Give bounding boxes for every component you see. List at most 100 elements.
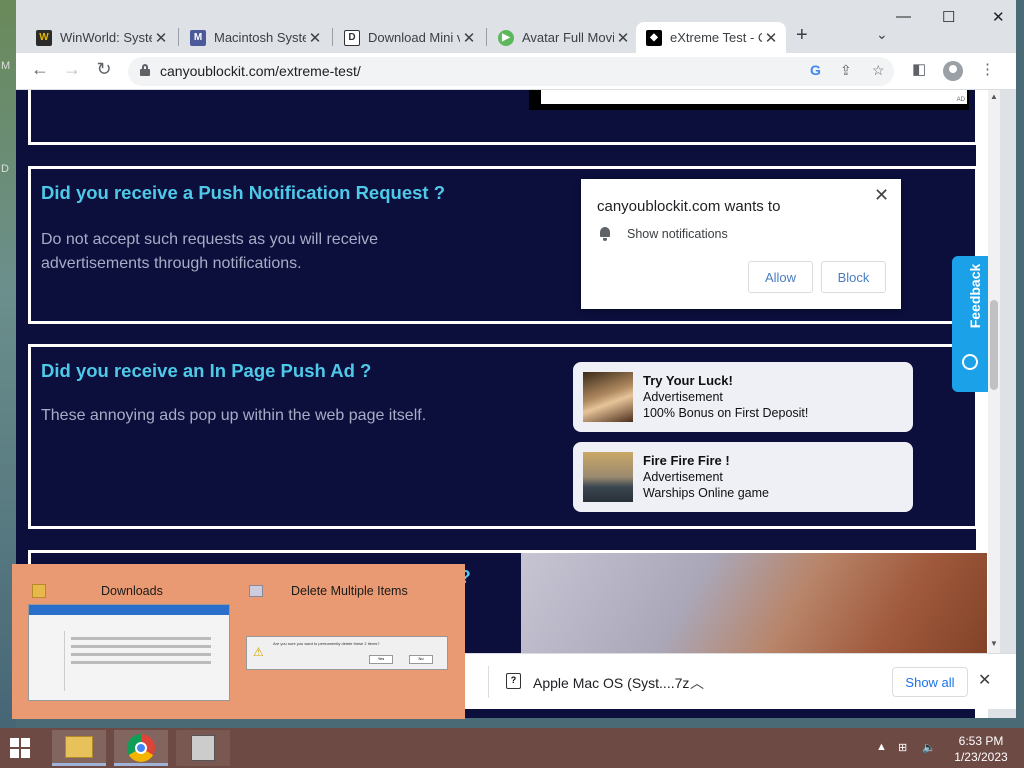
tab-separator	[486, 28, 487, 46]
banner-ad-content[interactable]: AD	[541, 90, 967, 104]
show-all-button[interactable]: Show all	[892, 667, 968, 697]
lock-icon[interactable]	[140, 64, 150, 76]
dialog-close-icon[interactable]: ✕	[874, 185, 889, 206]
window-close-button[interactable]: ✕	[992, 8, 1005, 26]
archive-file-icon[interactable]: ?	[506, 673, 521, 689]
thumbnail-row	[71, 661, 211, 664]
notification-permission-dialog: canyoublockit.com wants to ✕ Show notifi…	[581, 179, 901, 309]
forward-arrow-icon[interactable]: →	[60, 59, 84, 80]
windows-start-icon[interactable]	[10, 738, 30, 758]
warning-icon: ⚠	[253, 645, 264, 659]
tab-search-chevron-icon[interactable]: ⌄	[876, 26, 888, 43]
system-clock[interactable]: 6:53 PM 1/23/2023	[948, 733, 1014, 765]
ad-thumbnail[interactable]	[583, 452, 633, 502]
section-heading: Did you receive an In Page Push Ad ?	[41, 360, 372, 381]
menu-kebab-icon[interactable]: ⋮	[980, 60, 995, 78]
volume-icon[interactable]: 🔈	[922, 741, 936, 754]
section-heading: Did you receive a Push Notification Requ…	[41, 182, 446, 203]
windows-taskbar: ▲ ⊞ 🔈 6:53 PM 1/23/2023	[0, 728, 1024, 768]
ad-mark-icon: AD	[956, 97, 965, 103]
address-bar[interactable]: canyoublockit.com/extreme-test/ G ⇪ ☆	[128, 57, 894, 86]
chrome-taskbar-button[interactable]	[114, 730, 168, 766]
tab-title: Macintosh System	[214, 30, 306, 45]
tab-avatar[interactable]: ▶ Avatar Full Movie ✕	[488, 22, 638, 53]
tab-title: WinWorld: System	[60, 30, 152, 45]
clock-time: 6:53 PM	[958, 734, 1004, 748]
thumbnail-sidebar	[33, 631, 65, 691]
tab-close-icon[interactable]: ✕	[614, 29, 632, 47]
in-page-push-section: Did you receive an In Page Push Ad ? The…	[28, 344, 978, 529]
shield-favicon-icon: ◆	[646, 29, 662, 46]
dialog-message: Are you sure you want to permanently del…	[273, 641, 380, 646]
tray-chevron-icon[interactable]: ▲	[876, 741, 887, 753]
push-notification-section: Did you receive a Push Notification Requ…	[28, 166, 978, 324]
dialog-yes-button: Yes	[369, 655, 393, 664]
tab-title: Download Mini v	[368, 30, 460, 45]
download-shelf-close-icon[interactable]: ✕	[978, 670, 991, 690]
dialog-title: canyoublockit.com wants to	[597, 198, 781, 215]
download-chevron-up-icon[interactable]: ︿	[690, 673, 704, 693]
taskbar-preview-popup: Downloads Delete Multiple Items ⚠ Are yo…	[12, 564, 465, 719]
preview-title[interactable]: Downloads	[101, 584, 163, 598]
tab-close-icon[interactable]: ✕	[460, 29, 478, 47]
scroll-up-icon[interactable]: ▲	[988, 92, 1000, 101]
tab-separator	[332, 28, 333, 46]
ad-label: Advertisement	[643, 390, 723, 404]
url-text[interactable]: canyoublockit.com/extreme-test/	[160, 63, 361, 79]
ad-text: 100% Bonus on First Deposit!	[643, 406, 809, 420]
delete-dialog-thumbnail[interactable]: ⚠ Are you sure you want to permanently d…	[246, 636, 448, 670]
tab-title: Avatar Full Movie	[522, 30, 614, 45]
tab-separator	[178, 28, 179, 46]
play-favicon-icon: ▶	[498, 29, 514, 46]
side-panel-icon[interactable]: ◧	[912, 60, 926, 78]
ad-thumbnail[interactable]	[583, 372, 633, 422]
ad-title: Fire Fire Fire !	[643, 453, 730, 468]
google-lens-icon[interactable]: G	[810, 62, 821, 78]
folder-icon	[65, 736, 93, 758]
download-item-name[interactable]: Apple Mac OS (Syst....7z	[533, 675, 689, 691]
maximize-button[interactable]: ☐	[942, 8, 955, 26]
download-favicon-icon: D	[344, 29, 360, 46]
new-tab-button[interactable]: +	[796, 24, 808, 47]
minimize-button[interactable]: —	[896, 8, 911, 25]
ad-text: Warships Online game	[643, 486, 769, 500]
back-arrow-icon[interactable]: ←	[28, 59, 52, 80]
share-icon[interactable]: ⇪	[840, 62, 852, 79]
desktop-icon-label[interactable]: D	[1, 163, 9, 175]
tab-close-icon[interactable]: ✕	[152, 29, 170, 47]
file-explorer-taskbar-button[interactable]	[52, 730, 106, 766]
thumbnail-row	[71, 653, 211, 656]
feedback-label: Feedback	[967, 263, 983, 329]
tab-winworld[interactable]: W WinWorld: System ✕	[26, 22, 176, 53]
in-page-ad-card[interactable]: Try Your Luck! Advertisement 100% Bonus …	[573, 362, 913, 432]
banner-ad[interactable]: AD	[529, 90, 969, 110]
macintosh-favicon-icon: M	[190, 29, 206, 46]
virtual-machine-taskbar-button[interactable]	[176, 730, 230, 766]
tab-close-icon[interactable]: ✕	[306, 29, 324, 47]
tab-title: eXtreme Test - C	[670, 30, 762, 45]
allow-button[interactable]: Allow	[748, 261, 813, 293]
scroll-down-icon[interactable]: ▼	[988, 639, 1000, 648]
reload-icon[interactable]: ↻	[92, 59, 116, 80]
network-icon[interactable]: ⊞	[898, 741, 907, 754]
preview-title[interactable]: Delete Multiple Items	[291, 584, 408, 598]
downloads-window-thumbnail[interactable]	[28, 604, 230, 701]
block-button[interactable]: Block	[821, 261, 886, 293]
bell-icon	[599, 227, 611, 241]
ad-label: Advertisement	[643, 470, 723, 484]
thumbnail-row	[71, 645, 211, 648]
profile-avatar-icon[interactable]	[943, 61, 963, 81]
tab-close-icon[interactable]: ✕	[762, 29, 780, 47]
tab-extreme-test[interactable]: ◆ eXtreme Test - C ✕	[636, 22, 786, 53]
thumbnail-row	[71, 637, 211, 640]
chrome-icon	[127, 734, 155, 762]
vm-app-icon	[191, 735, 215, 761]
bookmark-star-icon[interactable]: ☆	[872, 62, 885, 79]
tab-download-mini[interactable]: D Download Mini v ✕	[334, 22, 484, 53]
dialog-window-icon	[249, 585, 263, 597]
folder-icon	[32, 584, 46, 598]
in-page-ad-card[interactable]: Fire Fire Fire ! Advertisement Warships …	[573, 442, 913, 512]
desktop-icon-label[interactable]: M	[1, 60, 10, 72]
tab-macintosh[interactable]: M Macintosh System ✕	[180, 22, 330, 53]
feedback-tab[interactable]: Feedback	[952, 256, 988, 392]
